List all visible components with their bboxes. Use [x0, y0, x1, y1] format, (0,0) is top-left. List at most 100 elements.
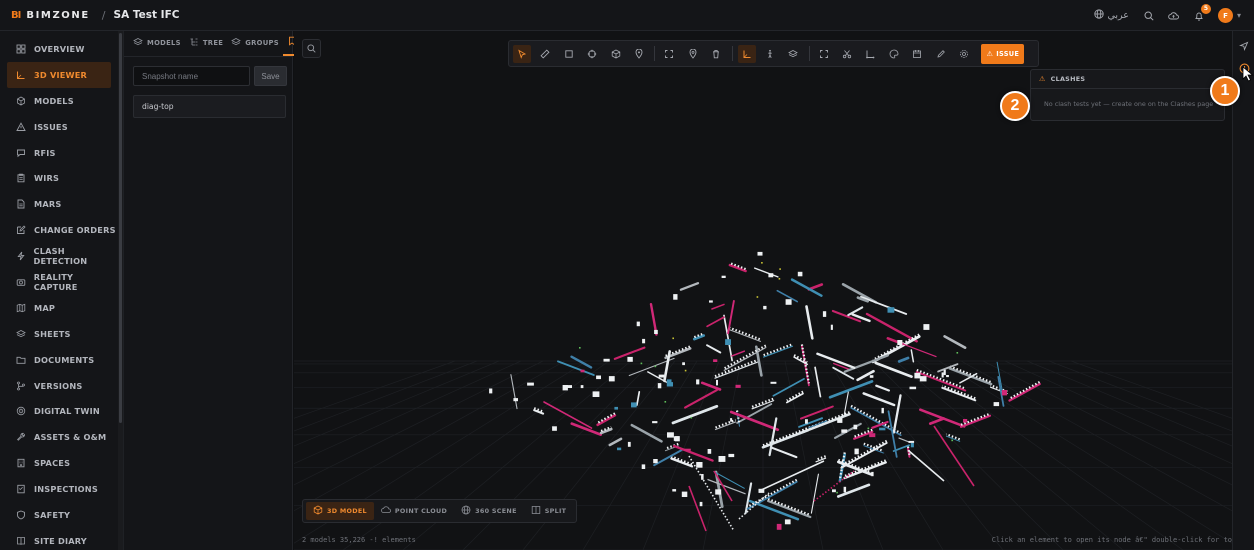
sidebar-item-inspections[interactable]: Inspections — [0, 476, 118, 502]
fit-view-icon[interactable] — [660, 45, 678, 63]
toolbar-divider — [654, 46, 656, 61]
sidebar-item-change-orders[interactable]: Change Orders — [0, 217, 118, 243]
section-cut-scissors-icon[interactable] — [838, 45, 856, 63]
snapshot-name-input[interactable] — [133, 66, 250, 86]
sidebar-item-sheets[interactable]: Sheets — [0, 321, 118, 347]
mode-3d-model[interactable]: 3D Model — [306, 502, 374, 520]
panel-tabs: ModelsTreeGroupsViews — [124, 30, 332, 57]
top-bar: BI BIMZONE / SA Test IFC عربي 5 F ▾ — [0, 0, 1254, 31]
shield-icon — [15, 510, 27, 520]
axis-icon[interactable] — [737, 44, 756, 63]
dimension-icon[interactable] — [861, 45, 879, 63]
sidebar-item-label: Sheets — [34, 328, 71, 339]
sidebar-item-label: WIRs — [34, 173, 60, 184]
language-label: عربي — [1107, 10, 1129, 21]
sidebar-item-label: Digital Twin — [34, 406, 100, 417]
notifications-bell-icon[interactable]: 5 — [1193, 3, 1211, 22]
mouse-cursor-icon — [1242, 66, 1254, 82]
sidebar: Overview 3D Viewer Models Issues RFIs WIRs MAR… — [0, 31, 118, 550]
mode-split[interactable]: Split — [524, 502, 574, 520]
sidebar-item-label: MARs — [34, 199, 62, 210]
logo[interactable]: BI BIMZONE — [11, 10, 90, 21]
sidebar-item-spaces[interactable]: Spaces — [0, 450, 118, 476]
tab-models[interactable]: Models — [129, 30, 185, 56]
sidebar-item-label: Documents — [34, 354, 95, 365]
sidebar-item-clash-detection[interactable]: Clash Detection — [0, 243, 118, 269]
palette-icon[interactable] — [885, 45, 903, 63]
crosshair-icon[interactable] — [583, 45, 601, 63]
cloud-sync-icon[interactable] — [1168, 10, 1180, 22]
chevron-down-icon[interactable]: ▾ — [1237, 11, 1241, 20]
map-icon — [15, 303, 27, 313]
location-pin-icon[interactable] — [630, 45, 648, 63]
measure-ruler-icon[interactable] — [536, 45, 554, 63]
sidebar-item-wirs[interactable]: WIRs — [0, 165, 118, 191]
logo-mark: BI — [11, 9, 21, 21]
breadcrumb-separator: / — [101, 8, 106, 22]
layers-icon[interactable] — [784, 45, 802, 63]
area-rectangle-icon[interactable] — [560, 45, 578, 63]
create-issue-button[interactable]: ⚠ ISSUE — [981, 43, 1025, 64]
mode-label: Point Cloud — [394, 507, 448, 515]
mode-label: Split — [544, 507, 567, 515]
sidebar-item-label: RFIs — [34, 147, 56, 158]
sidebar-item-assets-o-m[interactable]: Assets & O&M — [0, 424, 118, 450]
cube-icon[interactable] — [607, 45, 625, 63]
delete-trash-icon[interactable] — [707, 45, 725, 63]
target-icon — [15, 406, 27, 416]
sidebar-item-issues[interactable]: Issues — [0, 114, 118, 140]
document-icon — [15, 199, 27, 209]
tree-icon — [189, 37, 199, 49]
bolt-icon — [15, 251, 27, 261]
sidebar-item-digital-twin[interactable]: Digital Twin — [0, 398, 118, 424]
save-snapshot-button[interactable]: Save — [254, 66, 287, 86]
sidebar-item-reality-capture[interactable]: Reality Capture — [0, 269, 118, 295]
sidebar-item-label: Issues — [34, 121, 68, 132]
view-item-diag-top[interactable]: diag-top — [133, 95, 286, 118]
navigate-arrow-icon[interactable] — [1238, 40, 1250, 52]
mode-point-cloud[interactable]: Point Cloud — [374, 502, 454, 520]
branch-icon — [15, 381, 27, 391]
layers-icon — [15, 329, 27, 339]
tab-tree[interactable]: Tree — [185, 30, 227, 56]
clashes-header: ⚠ CLASHES — [1031, 70, 1224, 89]
language-switch[interactable]: عربي — [1093, 9, 1129, 22]
sidebar-scrollbar-thumb[interactable] — [119, 33, 122, 423]
pencil-icon[interactable] — [932, 45, 950, 63]
sidebar-item-site-diary[interactable]: Site Diary — [0, 528, 118, 550]
sidebar-item-map[interactable]: Map — [0, 295, 118, 321]
edit-icon — [15, 225, 27, 235]
grid-icon — [15, 44, 27, 54]
sidebar-item-documents[interactable]: Documents — [0, 347, 118, 373]
sidebar-item-versions[interactable]: Versions — [0, 373, 118, 399]
project-name[interactable]: SA Test IFC — [114, 9, 180, 21]
calendar-icon[interactable] — [908, 45, 926, 63]
select-tool-cursor-icon[interactable] — [513, 44, 531, 63]
mode-360-scene[interactable]: 360 Scene — [454, 502, 524, 520]
sidebar-item-3d-viewer[interactable]: 3D Viewer — [7, 61, 111, 88]
mode-label: 3D Model — [327, 507, 367, 515]
fullscreen-icon[interactable] — [815, 45, 833, 63]
globe-icon — [1093, 9, 1104, 22]
tab-label: Models — [147, 39, 181, 47]
sidebar-item-models[interactable]: Models — [0, 88, 118, 114]
viewport-search-button[interactable] — [302, 39, 321, 58]
search-icon[interactable] — [1143, 10, 1155, 22]
marker-pin-icon[interactable] — [684, 45, 702, 63]
sidebar-item-label: Map — [34, 302, 56, 313]
viewer-toolbar: ⚠ ISSUE — [508, 40, 1039, 67]
settings-gear-icon[interactable] — [955, 45, 973, 63]
sidebar-item-safety[interactable]: Safety — [0, 502, 118, 528]
sidebar-item-rfis[interactable]: RFIs — [0, 140, 118, 166]
hint-status: Click an element to open its node â€" do… — [991, 536, 1232, 544]
view-mode-switcher: 3D Model Point Cloud 360 Scene Split — [302, 499, 578, 523]
avatar[interactable]: F — [1217, 8, 1233, 23]
walk-person-icon[interactable] — [761, 45, 779, 63]
chat-icon — [15, 148, 27, 158]
toolbar-divider — [808, 46, 810, 61]
mode-label: 360 Scene — [475, 507, 517, 515]
sidebar-item-overview[interactable]: Overview — [0, 36, 118, 62]
tab-groups[interactable]: Groups — [227, 30, 283, 56]
sidebar-item-mars[interactable]: MARs — [0, 191, 118, 217]
layers-icon — [133, 37, 143, 49]
